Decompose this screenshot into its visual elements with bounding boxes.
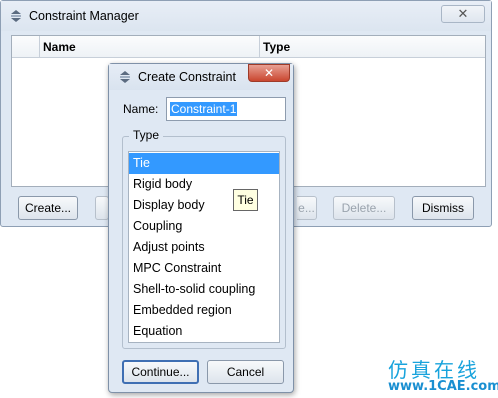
window-icon — [11, 10, 21, 22]
column-separator — [39, 36, 40, 58]
constraint-type-list[interactable]: Tie Rigid body Display body Coupling Adj… — [128, 151, 280, 343]
close-icon: ✕ — [457, 6, 469, 21]
list-item-adjust-points[interactable]: Adjust points — [129, 237, 279, 258]
window-title: Constraint Manager — [29, 9, 139, 23]
list-item-shell-to-solid-coupling[interactable]: Shell-to-solid coupling — [129, 279, 279, 300]
column-separator — [259, 36, 260, 58]
list-item-equation[interactable]: Equation — [129, 321, 279, 342]
list-item-coupling[interactable]: Coupling — [129, 216, 279, 237]
create-constraint-titlebar[interactable]: Create Constraint ✕ — [109, 64, 293, 90]
constraint-manager-titlebar[interactable]: Constraint Manager ✕ — [1, 1, 491, 31]
column-header-name[interactable]: Name — [43, 40, 76, 54]
create-constraint-dialog: Create Constraint ✕ Name: Constraint-1 T… — [108, 63, 294, 393]
name-input-value: Constraint-1 — [170, 102, 238, 116]
watermark-url: www.1CAE.com — [388, 379, 498, 394]
name-label: Name: — [123, 102, 159, 116]
dismiss-button[interactable]: Dismiss — [412, 196, 474, 220]
type-group-label: Type — [129, 128, 164, 142]
column-header-type[interactable]: Type — [263, 40, 290, 54]
tooltip: Tie — [233, 189, 258, 211]
list-item-mpc-constraint[interactable]: MPC Constraint — [129, 258, 279, 279]
create-button[interactable]: Create... — [18, 196, 78, 220]
close-button[interactable]: ✕ — [441, 5, 485, 23]
window-icon — [120, 71, 130, 83]
delete-button[interactable]: Delete... — [333, 196, 395, 220]
close-icon: ✕ — [263, 66, 275, 80]
dialog-title: Create Constraint — [138, 70, 236, 84]
rename-button[interactable]: e... — [297, 196, 317, 220]
name-input[interactable]: Constraint-1 — [166, 97, 286, 121]
continue-button[interactable]: Continue... — [122, 360, 199, 384]
edit-button[interactable] — [95, 196, 109, 220]
close-button[interactable]: ✕ — [248, 64, 290, 82]
cancel-button[interactable]: Cancel — [207, 360, 284, 384]
list-item-tie[interactable]: Tie — [129, 153, 279, 174]
table-header: Name Type — [12, 36, 485, 58]
list-item-embedded-region[interactable]: Embedded region — [129, 300, 279, 321]
